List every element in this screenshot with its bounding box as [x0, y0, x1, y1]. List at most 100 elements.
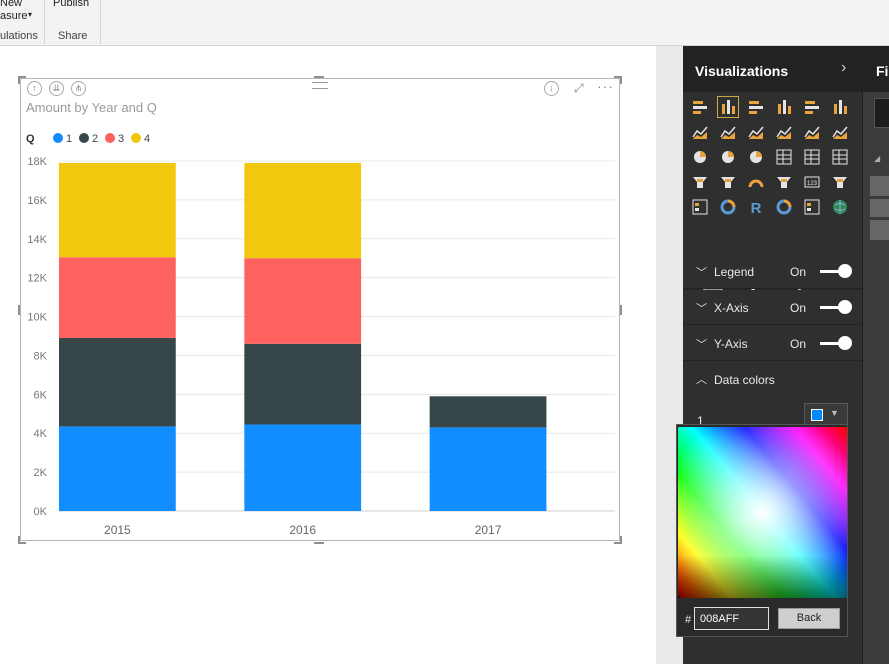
multirow-card-icon[interactable]: [773, 171, 795, 193]
resize-handle[interactable]: [620, 305, 622, 315]
x-axis-toggle[interactable]: [820, 300, 852, 314]
bar-segment-2015-q2[interactable]: [59, 337, 176, 427]
legend-marker[interactable]: [105, 133, 115, 143]
legend-marker[interactable]: [53, 133, 63, 143]
section-legend[interactable]: ﹀ Legend On: [683, 254, 862, 289]
y-tick-label: 0K: [34, 506, 48, 518]
line-column-icon[interactable]: [773, 121, 795, 143]
resize-handle[interactable]: [314, 76, 324, 78]
section-x-axis[interactable]: ﹀ X-Axis On: [683, 290, 862, 325]
new-measure-label-line1[interactable]: New: [0, 0, 22, 9]
filters-pane: Fi ◢: [862, 46, 889, 664]
x-tick-label: 2015: [104, 523, 131, 537]
bar-segment-2016-q2[interactable]: [244, 343, 362, 425]
publish-button[interactable]: Publish: [53, 0, 89, 9]
visualizations-header: Visualizations ›: [683, 46, 862, 92]
legend-label[interactable]: 1: [66, 133, 72, 145]
kpi-icon[interactable]: [829, 171, 851, 193]
chevron-down-icon: ﹀: [696, 339, 707, 351]
card-icon[interactable]: 123: [801, 171, 823, 193]
pie-icon[interactable]: [717, 146, 739, 168]
resize-handle[interactable]: [620, 536, 622, 544]
100-bar-icon[interactable]: [801, 96, 823, 118]
bar-segment-2015-q3[interactable]: [59, 257, 176, 338]
legend-label[interactable]: 2: [92, 133, 98, 145]
hex-color-input[interactable]: [694, 607, 769, 630]
legend-toggle[interactable]: [820, 264, 852, 278]
x-tick-label: 2016: [289, 523, 316, 537]
stacked-bar-icon[interactable]: [689, 96, 711, 118]
line-clustered-icon[interactable]: [801, 121, 823, 143]
bar-segment-2016-q4[interactable]: [244, 162, 362, 259]
back-button[interactable]: Back: [778, 608, 840, 629]
resize-handle[interactable]: [18, 76, 20, 84]
line-chart-icon[interactable]: [689, 121, 711, 143]
funnel-icon[interactable]: [717, 171, 739, 193]
y-tick-label: 14K: [27, 234, 47, 246]
ribbon: New asure ▾ Publish ulations Share: [0, 0, 889, 46]
bar-segment-2016-q3[interactable]: [244, 258, 362, 344]
legend-marker[interactable]: [79, 133, 89, 143]
resize-handle[interactable]: [620, 76, 622, 84]
section-label-data-colors: Data colors: [714, 373, 775, 387]
chevron-down-icon: ﹀: [696, 267, 707, 279]
filters-expand-icon[interactable]: ◢: [874, 154, 880, 163]
chevron-up-icon: ︿: [696, 374, 707, 386]
color-spectrum[interactable]: [678, 427, 847, 598]
ribbon-chart-icon[interactable]: [829, 121, 851, 143]
toggle-state-x-axis: On: [790, 301, 807, 315]
shape-map-icon[interactable]: [773, 196, 795, 218]
area-chart-icon[interactable]: [717, 121, 739, 143]
donut-icon[interactable]: [717, 196, 739, 218]
table-icon[interactable]: [801, 146, 823, 168]
gauge-icon[interactable]: [745, 171, 767, 193]
color-picker-popup: # Back: [676, 424, 848, 637]
filters-well[interactable]: [870, 176, 889, 196]
bar-segment-2017-q1[interactable]: [429, 427, 547, 511]
bar-segment-2015-q4[interactable]: [59, 162, 176, 258]
y-tick-label: 8K: [34, 350, 48, 362]
map-icon[interactable]: [773, 146, 795, 168]
y-axis-toggle[interactable]: [820, 336, 852, 350]
stacked-column-icon[interactable]: [717, 96, 739, 118]
filled-map-icon[interactable]: [689, 171, 711, 193]
x-tick-label: 2017: [475, 523, 502, 537]
resize-handle[interactable]: [18, 536, 20, 544]
stacked-area-icon[interactable]: [745, 121, 767, 143]
filters-search-box[interactable]: [874, 98, 889, 128]
bar-segment-2015-q1[interactable]: [59, 426, 176, 511]
resize-handle[interactable]: [18, 305, 20, 315]
filters-title: Fi: [876, 63, 889, 79]
y-tick-label: 18K: [27, 156, 47, 168]
globe-icon[interactable]: [829, 196, 851, 218]
section-data-colors[interactable]: ︿ Data colors: [683, 362, 862, 397]
stacked-column-visual[interactable]: ↑ ⇊ ⋔ ↓ ⤢ ··· Amount by Year and Q Q 123…: [20, 78, 620, 541]
slicer-icon[interactable]: [689, 196, 711, 218]
resize-handle[interactable]: [314, 542, 324, 544]
legend-label[interactable]: 4: [144, 133, 150, 145]
bar-segment-2016-q1[interactable]: [244, 424, 362, 511]
y-tick-label: 16K: [27, 195, 47, 207]
svg-text:123: 123: [807, 181, 818, 187]
y-axis-ticks: 0K 2K 4K 6K 8K 10K 12K 14K 16K 18K: [27, 156, 47, 518]
filters-well[interactable]: [870, 199, 889, 217]
matrix-icon[interactable]: [829, 146, 851, 168]
legend-label[interactable]: 3: [118, 133, 124, 145]
new-measure-label-line2[interactable]: asure: [0, 10, 28, 22]
table2-icon[interactable]: [801, 196, 823, 218]
collapse-pane-icon[interactable]: ›: [841, 59, 846, 77]
bar-segment-2017-q2[interactable]: [429, 396, 547, 428]
legend-marker[interactable]: [131, 133, 141, 143]
r-visual-icon[interactable]: R: [745, 196, 767, 218]
100-column-icon[interactable]: [829, 96, 851, 118]
scatter-icon[interactable]: [689, 146, 711, 168]
clustered-bar-icon[interactable]: [745, 96, 767, 118]
ribbon-separator: [44, 0, 45, 44]
clustered-column-icon[interactable]: [773, 96, 795, 118]
section-y-axis[interactable]: ﹀ Y-Axis On: [683, 326, 862, 361]
toggle-state-legend: On: [790, 265, 807, 279]
treemap-icon[interactable]: [745, 146, 767, 168]
filters-well[interactable]: [870, 220, 889, 240]
section-label-y-axis: Y-Axis: [714, 337, 748, 351]
new-measure-dropdown-icon[interactable]: ▾: [28, 10, 32, 19]
